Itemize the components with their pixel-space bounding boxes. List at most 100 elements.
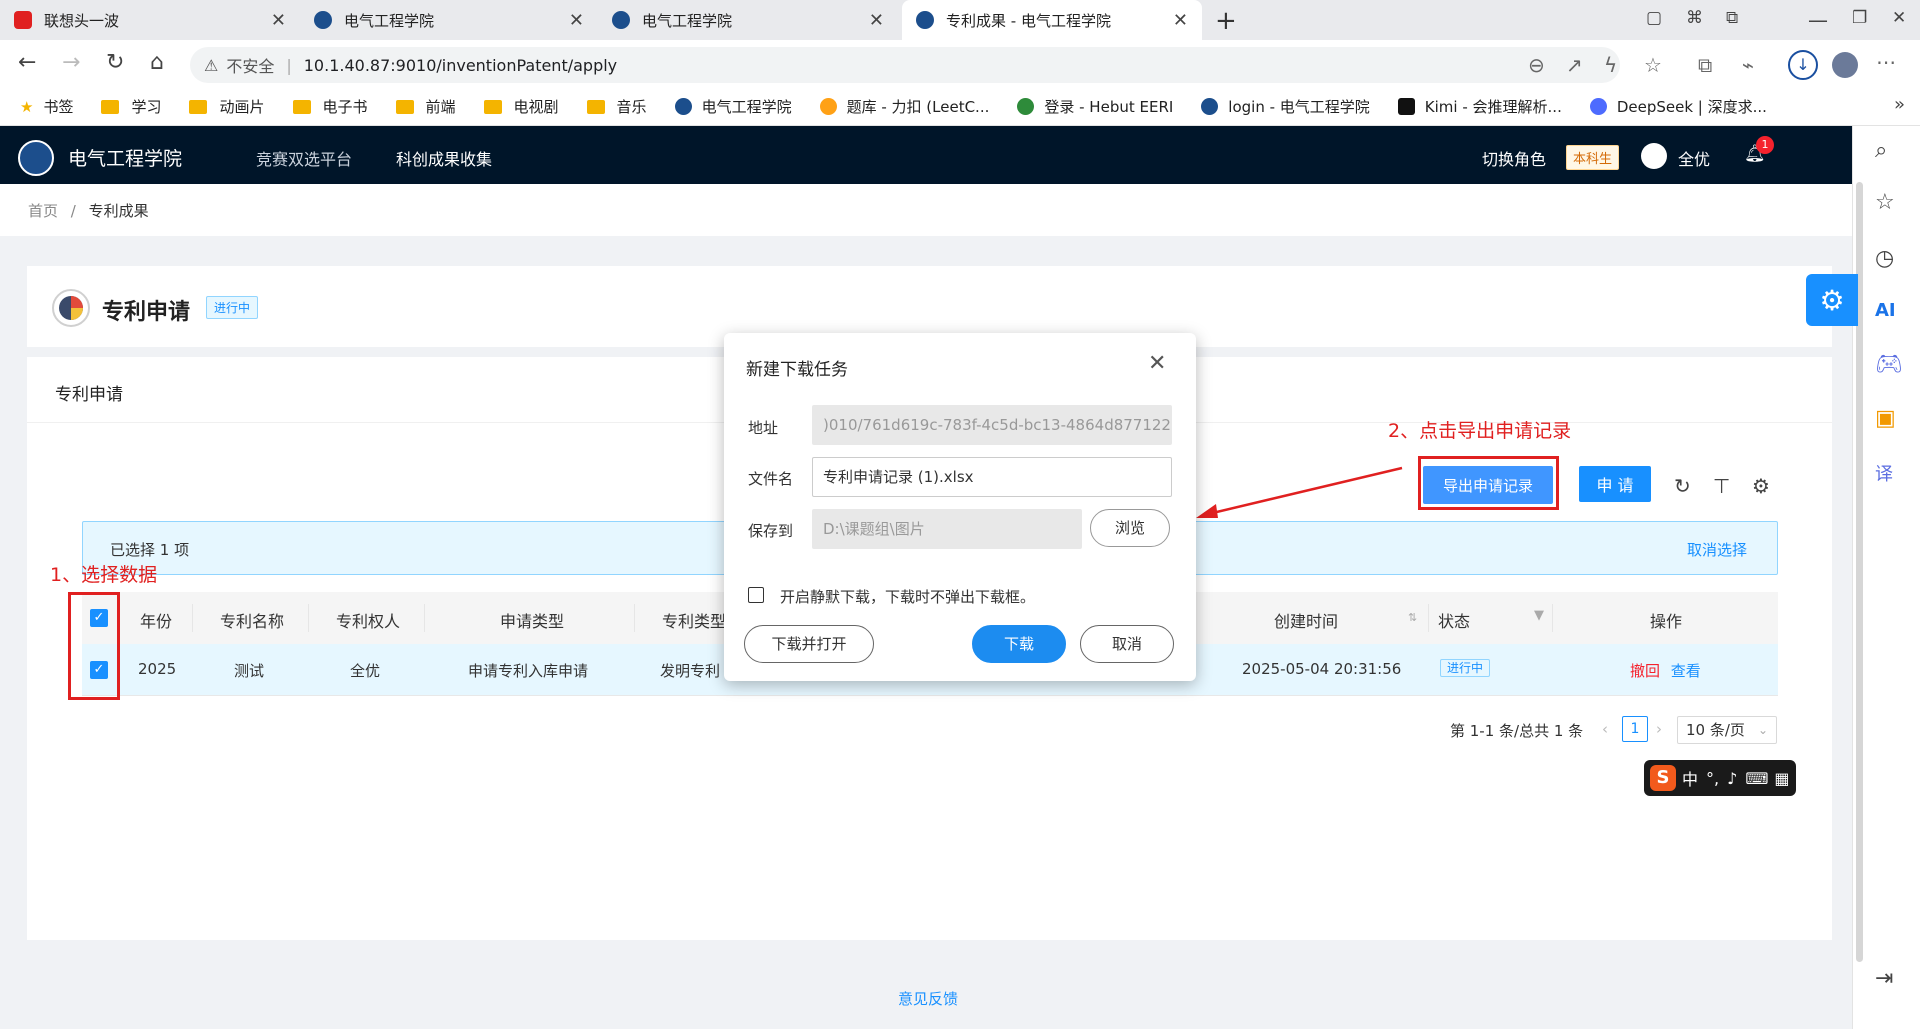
games-icon[interactable]: 🎮︎ [1875,352,1903,377]
profile-avatar[interactable] [1832,52,1858,78]
bookmark-folder[interactable]: 前端 [395,96,456,117]
breadcrumb-home[interactable]: 首页 [28,202,58,220]
bookmark-item[interactable]: login - 电气工程学院 [1201,96,1370,117]
nav-achievement[interactable]: 科创成果收集 [396,146,492,170]
breadcrumb-trail: 首页 / 专利成果 [28,202,149,220]
nav-competition[interactable]: 竞赛双选平台 [256,146,352,170]
share-icon[interactable]: ↗ [1566,53,1583,77]
filename-field[interactable]: 专利申请记录 (1).xlsx [812,457,1172,497]
extensions-tab-icon[interactable]: ⧉ [1726,8,1738,28]
bookmark-item[interactable]: 登录 - Hebut EERI [1017,96,1173,117]
cancel-selection-link[interactable]: 取消选择 [1687,539,1747,560]
close-icon[interactable]: ✕ [1148,351,1166,376]
browse-button[interactable]: 浏览 [1090,509,1170,547]
home-icon[interactable]: ⌂ [150,50,164,75]
window-close-icon[interactable]: ✕ [1892,8,1906,28]
page-number-1[interactable]: 1 [1622,716,1648,742]
favorite-star-icon[interactable]: ☆ [1644,53,1662,77]
annotation-step2: 2、点击导出申请记录 [1388,420,1572,442]
browser-tab[interactable]: 联想头一波 ✕ [0,0,300,40]
downloads-icon[interactable]: ↓ [1788,50,1818,80]
history-icon[interactable]: ◷ [1875,246,1894,271]
deepseek-icon [1589,98,1607,115]
notification-count: 1 [1756,136,1774,154]
more-menu-icon[interactable]: ⋯ [1876,50,1896,74]
tab-close-icon[interactable]: ✕ [569,10,584,31]
ime-toolbar[interactable]: S 中 °, ♪ ⌨ ▦ [1644,760,1796,796]
performance-icon[interactable]: ϟ [1604,53,1617,77]
table-settings-icon[interactable]: ⚙ [1752,474,1770,498]
bookmark-folder[interactable]: 电子书 [292,96,368,117]
refresh-icon[interactable]: ↻ [1674,474,1691,498]
forward-icon[interactable]: → [62,50,80,75]
tab-close-icon[interactable]: ✕ [1173,10,1188,31]
new-tab-icon[interactable]: + [1215,6,1237,36]
filename-label: 文件名 [748,470,794,488]
translate-icon[interactable]: 译 [1875,460,1893,486]
bookmark-item[interactable]: 电气工程学院 [674,96,792,117]
save-path-field[interactable]: D:\课题组\图片 [812,509,1082,549]
tab-title: 联想头一波 [44,11,120,30]
ai-icon[interactable]: AI [1875,300,1896,321]
bookmark-item[interactable]: 题库 - 力扣 (LeetC... [819,96,989,117]
address-label: 地址 [748,419,779,437]
next-page-icon[interactable]: › [1656,720,1662,738]
browser-tab-active[interactable]: 专利成果 - 电气工程学院 ✕ [902,0,1202,40]
cancel-button[interactable]: 取消 [1080,625,1174,663]
revoke-link[interactable]: 撤回 [1630,662,1660,680]
filter-icon[interactable]: ▼ [1534,608,1544,623]
feedback-link[interactable]: 意见反馈 [898,988,958,1009]
column-height-icon[interactable]: ⊤ [1713,474,1730,498]
apply-button[interactable]: 申 请 [1579,466,1651,502]
reload-icon[interactable]: ↻ [106,50,124,75]
bookmark-item[interactable]: DeepSeek | 深度求... [1589,96,1767,117]
username[interactable]: 全优 [1678,146,1710,170]
keyboard-icon[interactable]: ⌨ [1745,769,1768,788]
download-and-open-button[interactable]: 下载并打开 [744,625,874,663]
back-icon[interactable]: ← [18,50,36,75]
view-link[interactable]: 查看 [1671,662,1701,680]
collections-icon[interactable]: ⌘ [1686,8,1703,28]
address-field[interactable]: )010/761d619c-783f-4c5d-bc13-4864d877122… [812,405,1172,445]
page-title: 专利申请 [102,300,191,325]
bookmark-item[interactable]: Kimi - 会推理解析... [1397,96,1562,117]
address-bar[interactable]: ⚠ 不安全 | 10.1.40.87:9010/inventionPatent/… [190,47,1620,83]
tab-close-icon[interactable]: ✕ [271,10,286,31]
col-status: 状态 [1438,612,1471,631]
browser-tab[interactable]: 电气工程学院 ✕ [300,0,598,40]
bookmark-folder[interactable]: 音乐 [586,96,647,117]
favorites-icon[interactable]: ☆ [1875,190,1895,215]
zoom-icon[interactable]: ⊖ [1528,53,1545,77]
ime-skin-icon[interactable]: ▦ [1774,769,1789,788]
bookmark-folder[interactable]: 动画片 [189,96,265,117]
download-button[interactable]: 下载 [972,625,1066,663]
workspaces-icon[interactable]: ▢ [1646,8,1662,28]
floating-settings-button[interactable]: ⚙ [1806,274,1858,326]
collapse-panel-icon[interactable]: ⇥ [1875,966,1893,991]
user-avatar[interactable] [1641,143,1667,169]
bookmarks-overflow-icon[interactable]: » [1894,94,1905,115]
minimize-icon[interactable]: — [1808,8,1828,32]
prev-page-icon[interactable]: ‹ [1602,720,1608,738]
ime-language[interactable]: 中 [1682,766,1698,790]
bookmark-item[interactable]: ★ 书签 [20,96,73,117]
checkbox-highlight-box [68,592,120,700]
silent-download-checkbox[interactable] [748,587,764,603]
microphone-icon[interactable]: ♪ [1727,769,1737,788]
ime-punct-icon[interactable]: °, [1706,769,1719,788]
search-icon[interactable]: ⌕ [1875,138,1887,163]
switch-role-button[interactable]: 切换角色 [1482,146,1546,170]
tab-close-icon[interactable]: ✕ [869,10,884,31]
col-patent-type: 专利类型 [662,612,727,631]
dialog-title: 新建下载任务 [746,360,848,380]
silent-download-label: 开启静默下载，下载时不弹出下载框。 [780,588,1036,606]
extensions-icon[interactable]: ⧉ [1698,53,1712,77]
bookmark-folder[interactable]: 电视剧 [483,96,559,117]
bookmark-folder[interactable]: 学习 [101,96,161,117]
restore-icon[interactable]: ❐ [1852,8,1867,28]
browser-essentials-icon[interactable]: ⌁ [1742,53,1754,77]
sort-icon[interactable]: ⇅ [1408,611,1417,624]
page-size-select[interactable]: 10 条/页 ⌄ [1677,716,1777,744]
browser-tab[interactable]: 电气工程学院 ✕ [598,0,898,40]
tools-icon[interactable]: ▣ [1875,406,1896,431]
